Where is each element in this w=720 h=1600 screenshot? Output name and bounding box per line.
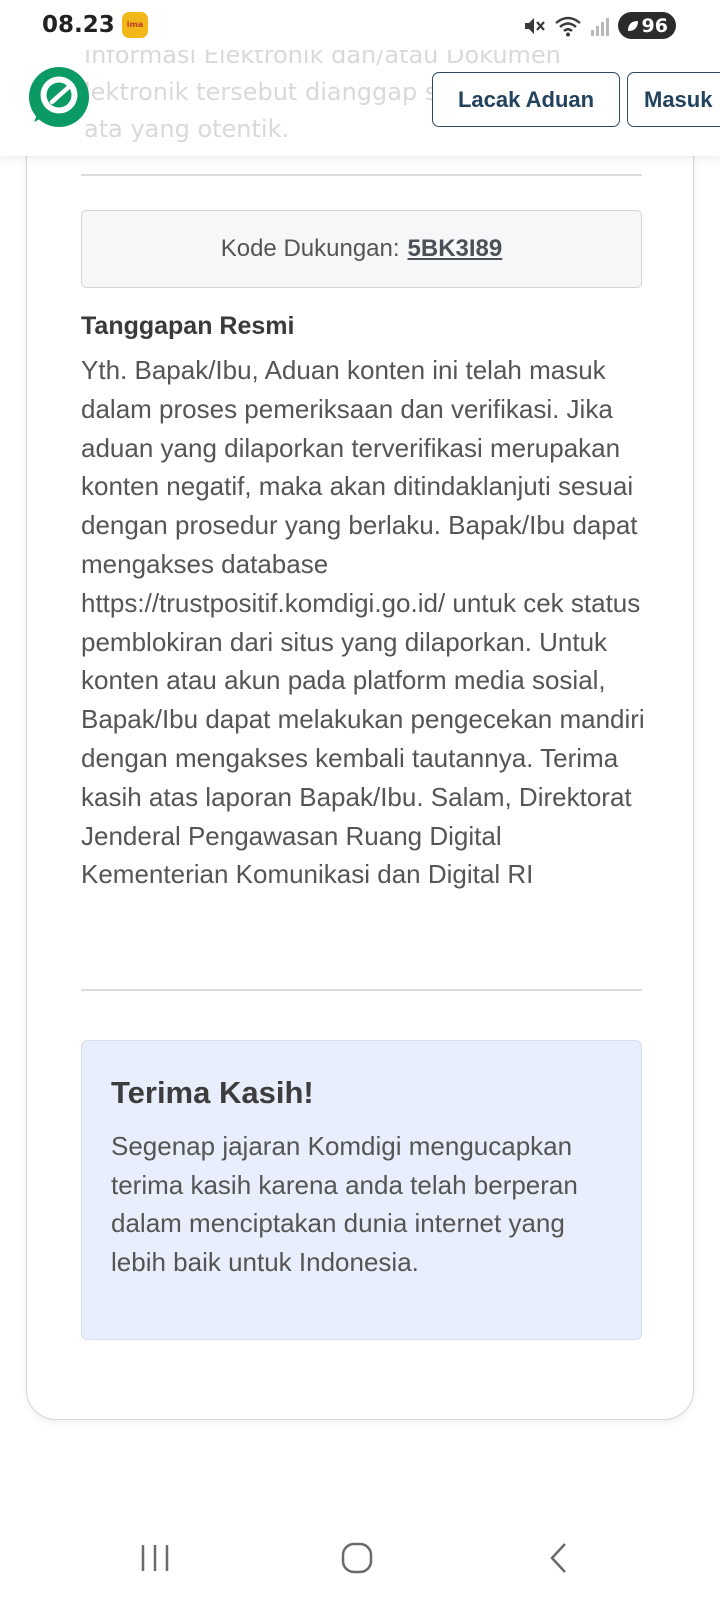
status-time: 08.23 bbox=[42, 12, 115, 38]
back-button[interactable] bbox=[542, 1542, 576, 1574]
komdigi-logo-icon[interactable] bbox=[26, 64, 92, 130]
recent-apps-icon bbox=[141, 1545, 169, 1571]
divider bbox=[81, 989, 642, 991]
signal-icon bbox=[590, 17, 609, 36]
battery-level: 96 bbox=[641, 14, 668, 37]
site-header: Informasi Elektronik dan/atau Dokumen le… bbox=[0, 50, 720, 156]
login-button[interactable]: Masuk bbox=[627, 72, 720, 127]
back-icon bbox=[550, 1543, 566, 1573]
mute-icon bbox=[524, 17, 545, 34]
home-icon bbox=[341, 1542, 373, 1574]
status-icons: 96 bbox=[522, 12, 676, 39]
support-code-value[interactable]: 5BK3I89 bbox=[408, 235, 503, 263]
battery-indicator: 96 bbox=[617, 12, 676, 39]
track-complaint-button[interactable]: Lacak Aduan bbox=[432, 72, 620, 127]
battery-saver-icon bbox=[627, 20, 638, 31]
official-response-title: Tanggapan Resmi bbox=[81, 312, 295, 340]
notification-app-icon: ima bbox=[122, 12, 148, 38]
wifi-icon bbox=[554, 16, 581, 36]
thanks-box: Terima Kasih! Segenap jajaran Komdigi me… bbox=[81, 1040, 642, 1340]
home-button[interactable] bbox=[340, 1542, 374, 1574]
official-response-body: Yth. Bapak/Ibu, Aduan konten ini telah m… bbox=[81, 355, 645, 890]
complaint-detail-card: Kode Dukungan: 5BK3I89 Tanggapan Resmi Y… bbox=[26, 60, 694, 1420]
background-text-line: Informasi Elektronik dan/atau Dokumen bbox=[84, 50, 561, 69]
support-code-label: Kode Dukungan: bbox=[220, 235, 400, 262]
navigation-bar bbox=[0, 1500, 720, 1600]
thanks-text: Segenap jajaran Komdigi mengucapkan teri… bbox=[111, 1131, 578, 1277]
thanks-title: Terima Kasih! bbox=[111, 1075, 314, 1110]
status-bar: 08.23 ima 96 bbox=[0, 0, 720, 50]
recent-apps-button[interactable] bbox=[138, 1542, 172, 1574]
support-code-box: Kode Dukungan: 5BK3I89 bbox=[81, 210, 642, 288]
divider bbox=[81, 174, 642, 176]
